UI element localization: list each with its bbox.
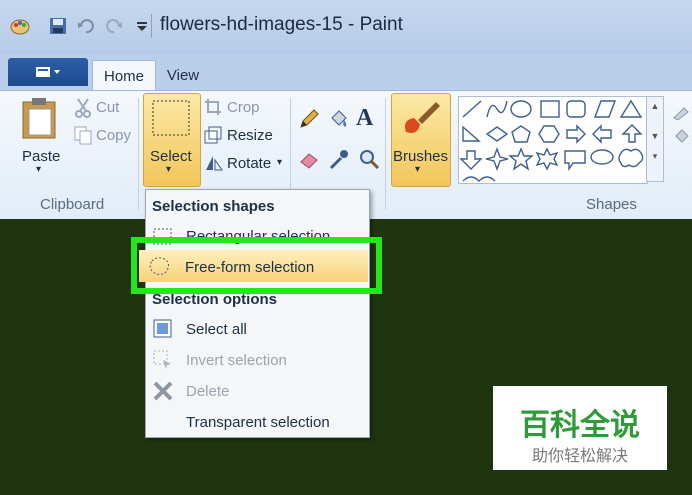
scroll-up-icon[interactable]: ▲: [647, 101, 663, 111]
fill-bucket-icon[interactable]: [328, 108, 350, 135]
clipboard-group-label: Clipboard: [40, 196, 105, 213]
copy-button[interactable]: Copy: [96, 127, 131, 144]
cut-icon: [74, 98, 92, 123]
select-dropdown-menu: Selection shapes Rectangular selection S…: [145, 189, 370, 438]
tab-view[interactable]: View: [158, 60, 208, 90]
shapes-scrollbar[interactable]: ▲ ▼ ▾: [646, 96, 664, 182]
magnifier-icon[interactable]: [358, 148, 380, 175]
outline-icon[interactable]: [672, 100, 692, 125]
quick-access-toolbar: [8, 12, 158, 40]
qat-separator: [151, 14, 152, 38]
brush-icon: [398, 98, 442, 147]
file-menu-icon: [36, 67, 60, 77]
select-all-icon: [152, 318, 174, 340]
watermark: 百科全说 助你轻松解决: [493, 386, 667, 470]
shapes-gallery[interactable]: [458, 96, 648, 184]
delete-icon: [152, 380, 174, 402]
select-label: Select: [150, 148, 192, 165]
pencil-icon[interactable]: [298, 108, 320, 135]
crop-button[interactable]: Crop: [227, 99, 260, 116]
text-tool-icon[interactable]: A: [356, 105, 373, 132]
brushes-label: Brushes: [393, 148, 449, 165]
file-menu-button[interactable]: [8, 58, 88, 86]
select-rect-icon: [152, 100, 190, 141]
undo-icon[interactable]: [74, 14, 98, 38]
paint-app-icon[interactable]: [8, 14, 32, 38]
paste-icon: [20, 97, 60, 146]
rotate-dropdown-icon[interactable]: ▾: [277, 157, 282, 168]
copy-icon: [74, 126, 92, 151]
menu-item-invert-selection[interactable]: Invert selection: [186, 352, 287, 369]
invert-selection-icon: [152, 349, 174, 371]
eraser-icon[interactable]: [298, 148, 320, 175]
gallery-more-icon[interactable]: ▾: [647, 151, 663, 162]
shapes-group-label: Shapes: [586, 196, 637, 213]
rotate-icon: [204, 154, 224, 177]
annotation-highlight-box: [131, 237, 382, 294]
resize-button[interactable]: Resize: [227, 127, 273, 144]
rotate-button[interactable]: Rotate: [227, 155, 271, 172]
tab-home[interactable]: Home: [92, 60, 156, 91]
select-dropdown-icon[interactable]: ▾: [166, 164, 171, 175]
redo-icon[interactable]: [102, 14, 126, 38]
paste-button[interactable]: Paste: [22, 148, 60, 165]
menu-item-select-all[interactable]: Select all: [186, 321, 247, 338]
window-title: flowers-hd-images-15 - Paint: [160, 14, 403, 35]
brushes-dropdown-icon[interactable]: ▾: [415, 164, 420, 175]
shapes-gallery-icons: [459, 99, 644, 182]
group-separator: [138, 98, 139, 210]
watermark-subtitle: 助你轻松解决: [531, 448, 628, 465]
menu-item-delete[interactable]: Delete: [186, 383, 229, 400]
scroll-down-icon[interactable]: ▼: [647, 131, 663, 141]
color-picker-icon[interactable]: [328, 148, 350, 175]
paste-dropdown-icon[interactable]: ▾: [36, 164, 41, 175]
menu-heading-selection-shapes: Selection shapes: [152, 198, 275, 215]
save-icon[interactable]: [46, 14, 70, 38]
resize-icon: [204, 126, 222, 149]
menu-item-transparent-selection[interactable]: Transparent selection: [186, 414, 330, 431]
group-separator: [385, 98, 386, 210]
watermark-title: 百科全说: [520, 409, 640, 442]
fill-icon[interactable]: [672, 126, 692, 151]
crop-icon: [204, 98, 222, 121]
cut-button[interactable]: Cut: [96, 99, 119, 116]
